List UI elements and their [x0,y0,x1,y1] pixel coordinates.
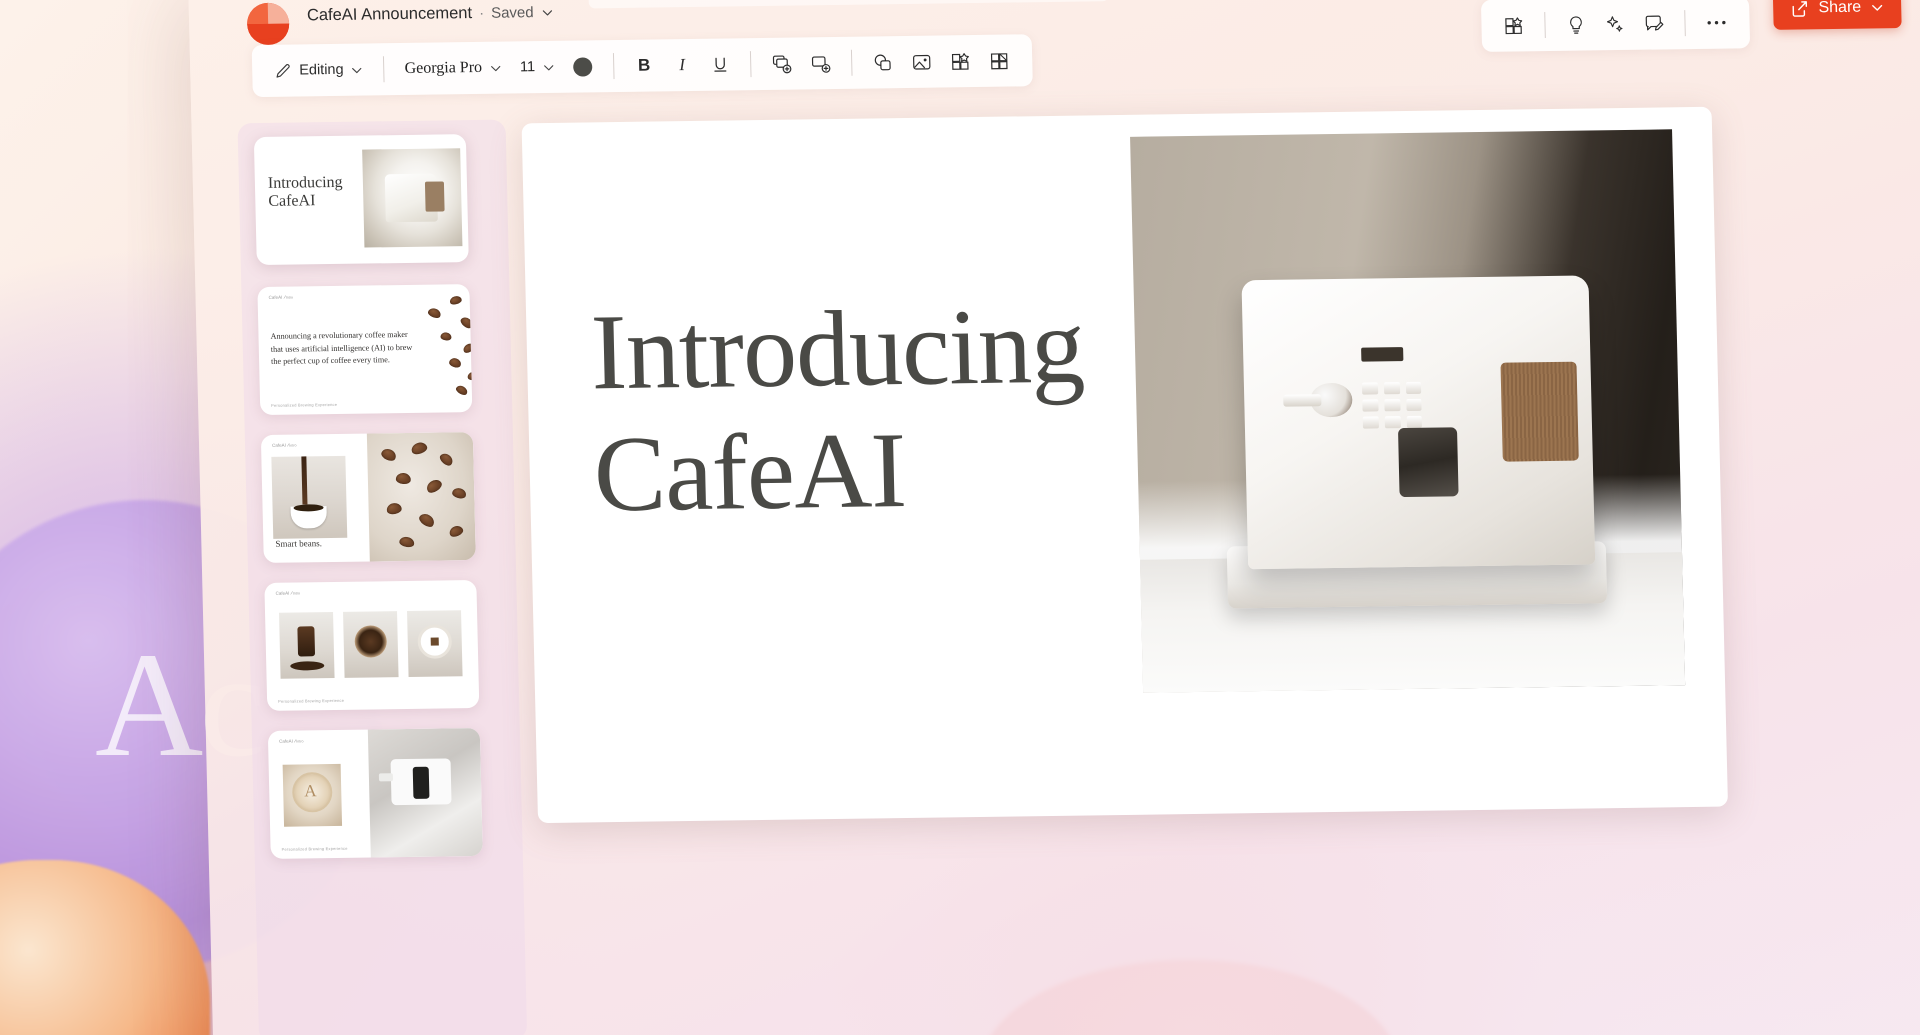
slide-title-line-1: Introducing [589,286,1086,413]
ideas-button[interactable] [1557,6,1595,43]
toolbar-divider [383,56,385,83]
toolbar-divider [1684,10,1686,37]
slide-3-beans-image [366,432,476,562]
share-button[interactable]: Share [1773,0,1902,30]
font-family-value: Georgia Pro [404,58,483,77]
slide-thumbnail-3[interactable]: CafeAI/Intro Smart beans. [260,432,476,563]
slide-thumbnail-panel[interactable]: Introducing CafeAI CafeAI/Intro Announci… [237,119,528,1035]
ideas-lightbulb-icon [1565,14,1586,35]
slide-2-mark: CafeAI/Intro [268,294,294,301]
design-ideas-icon [1503,15,1524,36]
italic-label: I [679,55,686,75]
machine-side-panel [1500,361,1580,462]
toolbar-divider [749,51,752,78]
editing-mode-button[interactable]: Editing [266,51,372,88]
font-family-selector[interactable]: Georgia Pro [396,50,510,88]
coffee-machine-photo[interactable] [1130,129,1686,693]
copilot-sparkle-icon [1604,13,1625,34]
italic-button[interactable]: I [664,47,701,83]
slide-2-footer: Personalized Brewing Experience [271,401,338,408]
picture-icon [911,51,932,72]
slide-title-line-2: CafeAI [592,411,908,535]
slide-thumbnail-2[interactable]: CafeAI/Intro Announcing a revolutionary … [257,284,473,416]
share-label: Share [1818,0,1862,17]
bold-label: B [637,55,651,75]
share-chevron-down-icon[interactable] [1870,0,1884,14]
machine-water-tank [1398,427,1459,498]
machine-button-grid [1362,381,1423,429]
utility-toolbar [1480,0,1751,52]
slide-3-caption: Smart beans. [275,538,323,549]
font-size-chevron-down-icon[interactable] [542,60,555,73]
text-box-button[interactable] [802,45,840,82]
slide-4-image-1 [279,612,335,679]
document-title: CafeAI Announcement [306,4,473,25]
slide-4-mark: CafeAI/Intro [275,590,300,597]
slide-1-image [362,148,463,248]
font-size-selector[interactable]: 11 [512,49,564,86]
new-slide-button[interactable] [763,45,801,82]
underline-icon [711,55,729,73]
powerpoint-logo-icon [246,2,290,46]
text-box-icon [810,53,831,74]
annotate-icon [1643,13,1664,34]
slide-1-title: Introducing CafeAI [267,173,343,211]
machine-spout [1282,394,1322,407]
slide-thumbnail-4[interactable]: CafeAI/Intro Personalized Brewing Experi… [264,580,480,711]
document-title-area[interactable]: CafeAI Announcement · Saved [307,3,554,25]
slide-4-image-3 [407,610,463,677]
design-ideas-button[interactable] [1495,7,1533,44]
designer-icon [950,51,971,72]
font-family-chevron-down-icon[interactable] [489,61,502,74]
slide-4-image-2 [343,611,399,678]
slide-5-mark: CafeAI/Intro [278,738,304,745]
title-chevron-down-icon[interactable] [540,6,553,19]
machine-body [1241,275,1596,569]
layout-button[interactable] [981,42,1019,79]
font-color-button[interactable] [565,48,602,84]
powerpoint-window: CafeAI Announcement · Saved Editing Geor… [188,0,1920,1035]
new-slide-icon [771,53,792,74]
slide-5-latte-art-image: A [282,763,343,827]
toolbar-divider [850,49,853,76]
toolbar-divider [612,53,615,80]
bold-button[interactable]: B [626,47,663,83]
slide-thumbnail-1[interactable]: Introducing CafeAI [253,134,469,266]
share-icon [1790,0,1809,18]
machine-display [1361,346,1404,363]
save-status: Saved [490,4,534,22]
more-options-button[interactable] [1697,4,1736,41]
formatting-toolbar: Editing Georgia Pro 11 B I [251,34,1033,98]
copilot-button[interactable] [1596,6,1634,43]
slide-5-machine-image [367,727,483,858]
font-color-swatch-icon [573,56,593,77]
pencil-icon [274,62,292,80]
editing-chevron-down-icon[interactable] [350,63,363,76]
shapes-icon [872,52,893,73]
search-bar[interactable] [588,0,1109,9]
editing-mode-label: Editing [299,61,344,79]
slide-title-textbox[interactable]: Introducing CafeAI [590,286,1089,537]
slide-canvas[interactable]: Introducing CafeAI [521,106,1728,824]
shapes-button[interactable] [864,44,902,81]
title-separator: · [478,4,485,22]
slide-3-pour-image [271,455,348,539]
slide-thumbnail-5[interactable]: CafeAI/Intro A Personalized Brewing Expe… [267,727,483,859]
layout-icon [989,50,1010,71]
annotate-button[interactable] [1635,5,1673,42]
designer-button[interactable] [942,43,980,80]
more-options-icon [1705,19,1727,27]
underline-button[interactable] [702,46,739,82]
slide-2-body: Announcing a revolutionary coffee maker … [270,329,413,367]
slide-3-mark: CafeAI/Intro [272,442,297,449]
toolbar-divider [1544,12,1546,39]
slide-5-footer: Personalized Brewing Experience [281,845,348,852]
picture-button[interactable] [903,44,941,81]
font-size-value: 11 [519,59,536,76]
slide-4-footer: Personalized Brewing Experience [278,697,345,704]
